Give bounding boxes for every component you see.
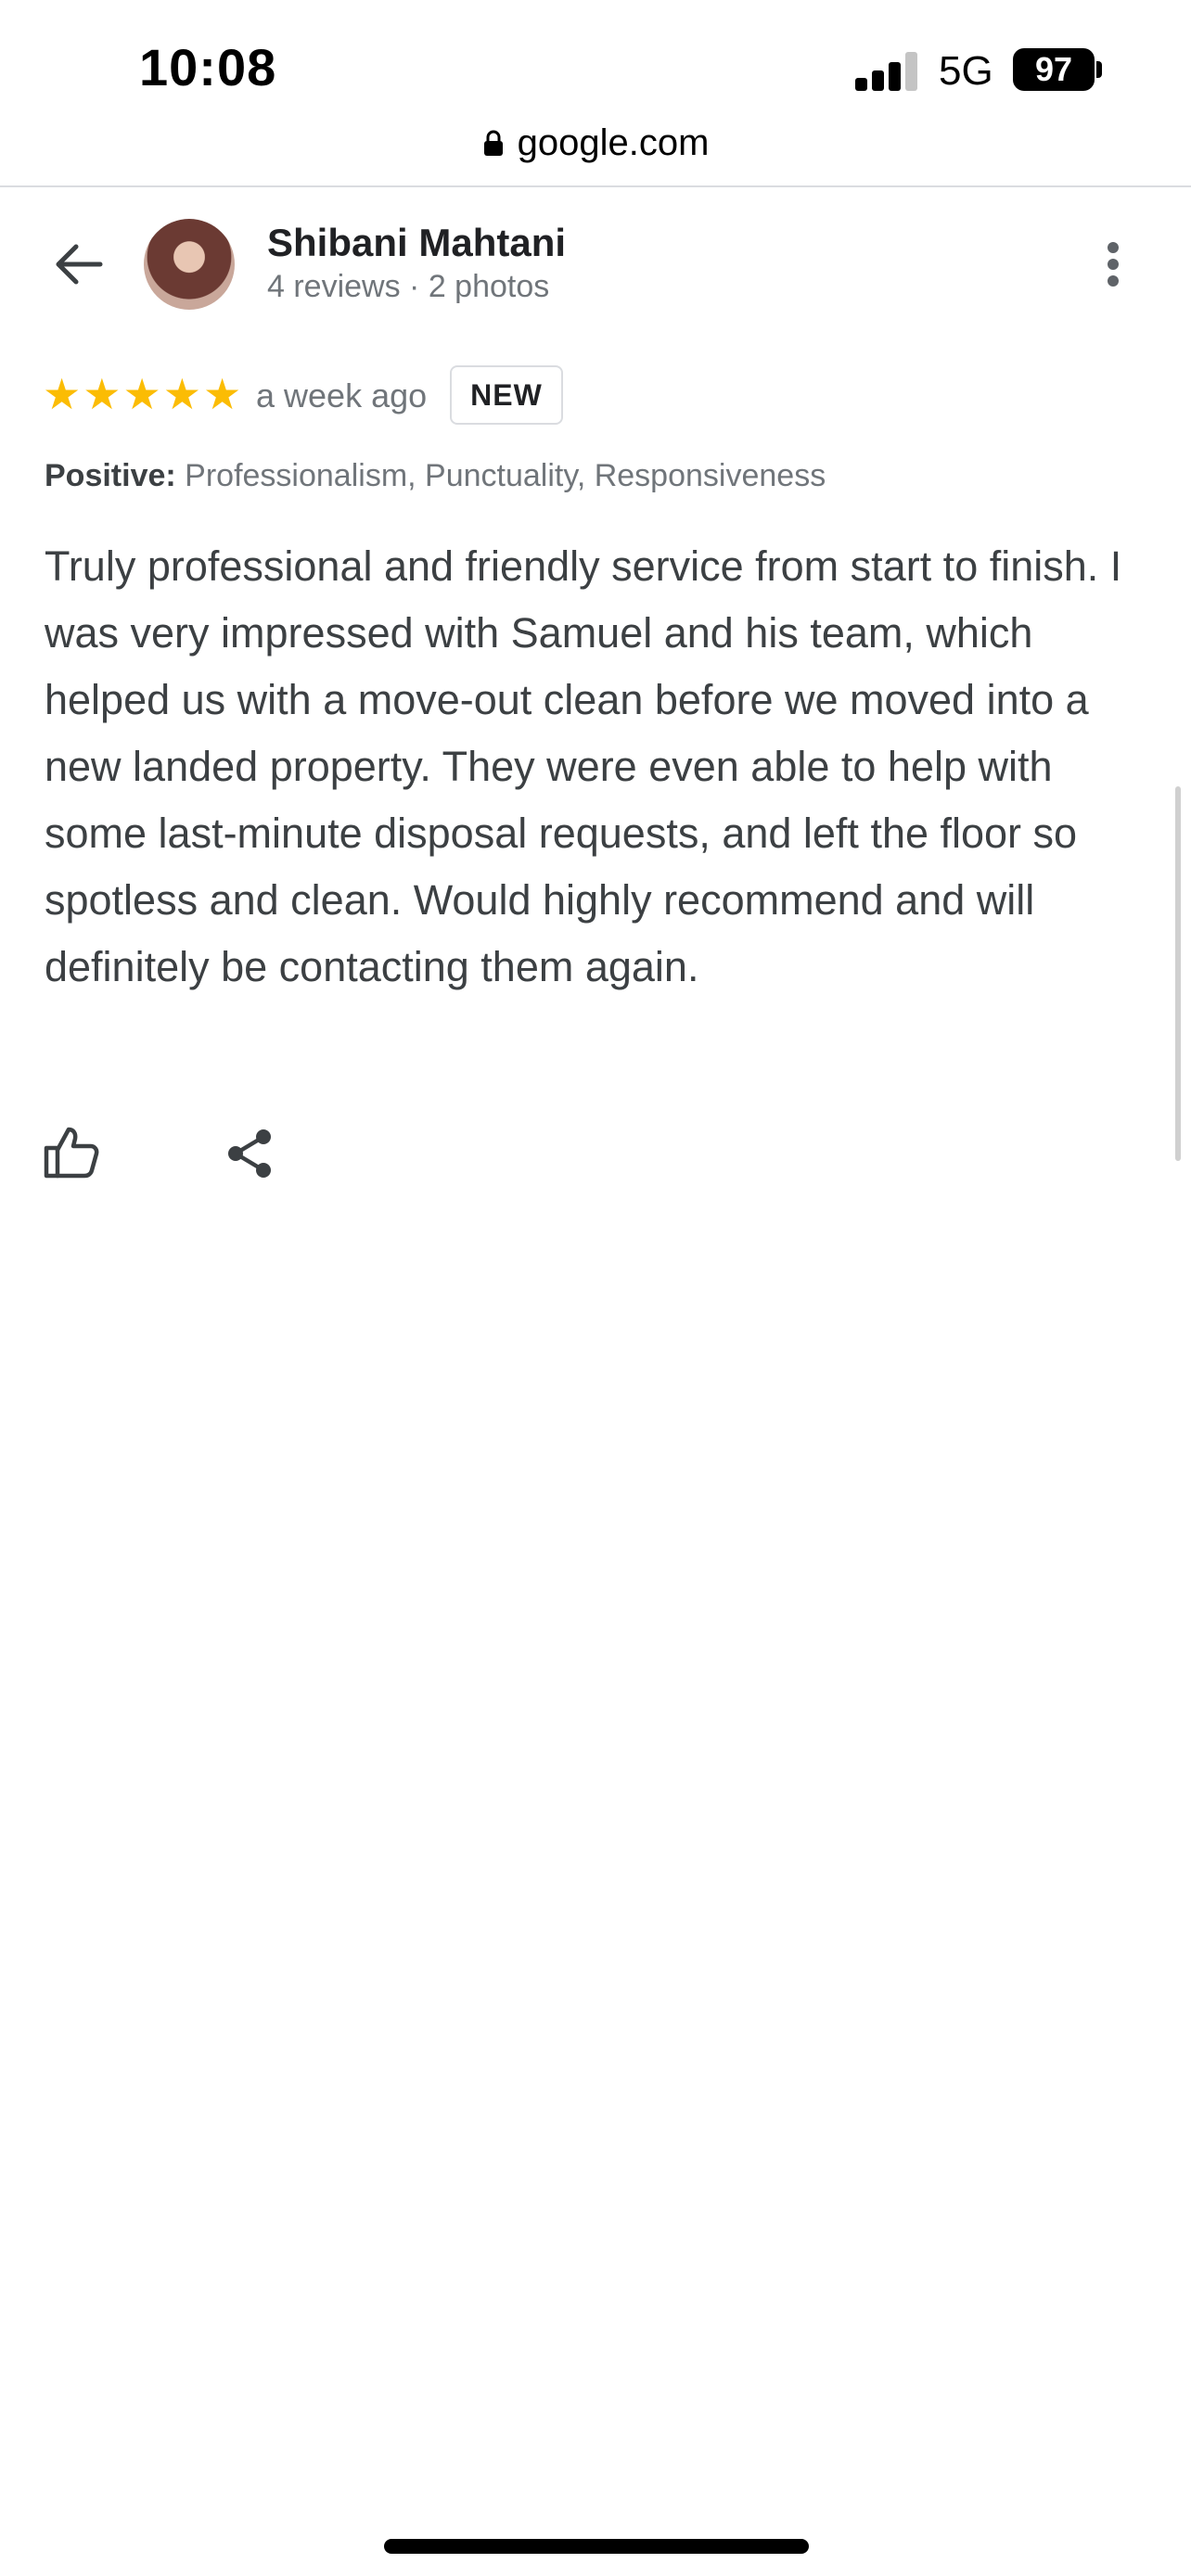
network-type: 5G	[939, 48, 993, 94]
star-icon: ★	[43, 370, 82, 418]
positive-attributes: Positive: Professionalism, Punctuality, …	[45, 458, 826, 494]
cellular-signal-icon	[855, 52, 918, 91]
divider	[0, 185, 1191, 187]
address-bar[interactable]: google.com	[0, 121, 1191, 187]
star-rating: ★ ★ ★ ★ ★	[43, 373, 241, 415]
more-options-button[interactable]	[1095, 236, 1132, 292]
new-badge: NEW	[450, 365, 563, 425]
reviewer-name[interactable]: Shibani Mahtani	[267, 221, 566, 265]
reviewer-meta: 4 reviews · 2 photos	[267, 269, 550, 304]
star-icon: ★	[162, 370, 201, 418]
review-text: Truly professional and friendly service …	[45, 542, 1122, 990]
avatar[interactable]	[144, 219, 235, 310]
like-button[interactable]	[43, 1124, 100, 1181]
star-icon: ★	[83, 370, 122, 418]
star-icon: ★	[203, 370, 242, 418]
positive-values: Professionalism, Punctuality, Responsive…	[185, 458, 826, 493]
lock-icon	[483, 130, 503, 156]
scrollbar[interactable]	[1175, 786, 1181, 1161]
thumbs-up-icon	[44, 1127, 99, 1179]
star-icon: ★	[122, 370, 161, 418]
review-page: 10:08 5G 97 google.com Shibani Mahtani 4…	[0, 0, 1191, 2576]
share-icon	[228, 1129, 271, 1178]
more-vertical-icon	[1108, 242, 1119, 253]
back-button[interactable]	[46, 232, 111, 297]
status-time: 10:08	[139, 38, 277, 96]
review-date: a week ago	[256, 376, 428, 414]
arrow-left-icon	[56, 244, 103, 285]
positive-label: Positive:	[45, 458, 176, 493]
battery-tip	[1096, 61, 1102, 78]
url-text: google.com	[517, 122, 710, 163]
battery-icon: 97	[1013, 48, 1095, 91]
home-indicator[interactable]	[384, 2539, 809, 2554]
share-button[interactable]	[223, 1126, 278, 1181]
status-bar: 10:08 5G 97	[0, 0, 1191, 130]
